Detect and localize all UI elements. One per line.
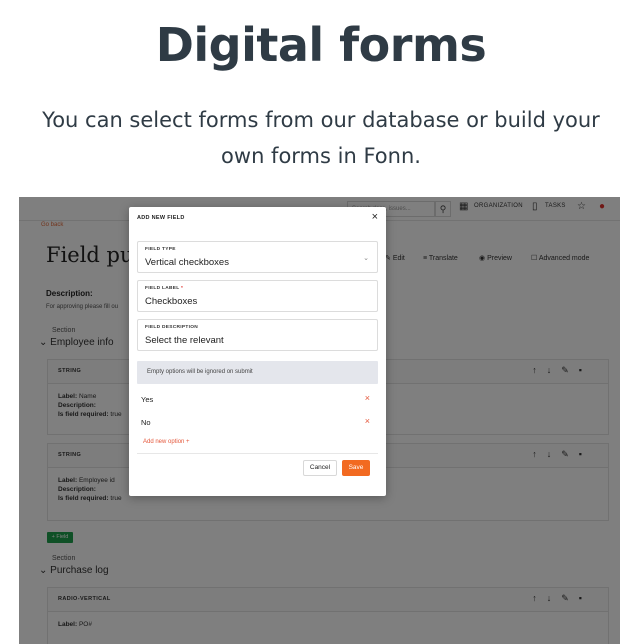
field-label-value: Checkboxes bbox=[145, 296, 198, 307]
option-text: No bbox=[141, 418, 151, 427]
field-description-value: Select the relevant bbox=[145, 335, 224, 346]
close-icon[interactable]: × bbox=[372, 211, 378, 223]
hero-subtitle-line: own forms in Fonn. bbox=[221, 144, 421, 168]
info-banner: Empty options will be ignored on submit bbox=[137, 361, 378, 384]
cancel-button[interactable]: Cancel bbox=[303, 460, 337, 476]
modal-title: ADD NEW FIELD bbox=[137, 215, 185, 221]
app-screenshot: Search docs, issues... ⚲ ▦ ORGANIZATION … bbox=[19, 197, 620, 644]
field-type-select[interactable]: FIELD TYPE Vertical checkboxes ⌄ bbox=[137, 241, 378, 273]
option-text: Yes bbox=[141, 395, 154, 404]
modal-divider bbox=[137, 453, 378, 454]
field-type-value: Vertical checkboxes bbox=[145, 257, 229, 268]
field-label-caption-text: FIELD LABEL bbox=[145, 286, 180, 291]
option-row[interactable]: Yes × bbox=[137, 389, 378, 411]
field-description-input[interactable]: FIELD DESCRIPTION Select the relevant bbox=[137, 319, 378, 351]
info-text: Empty options will be ignored on submit bbox=[147, 369, 253, 375]
field-type-caption: FIELD TYPE bbox=[145, 247, 176, 252]
add-field-modal: ADD NEW FIELD × FIELD TYPE Vertical chec… bbox=[129, 207, 386, 496]
save-button[interactable]: Save bbox=[342, 460, 370, 476]
remove-option-icon[interactable]: × bbox=[365, 416, 370, 426]
add-option-button[interactable]: Add new option + bbox=[143, 439, 190, 445]
option-row[interactable]: No × bbox=[137, 412, 378, 434]
required-mark: * bbox=[181, 286, 184, 291]
hero-subtitle-line: You can select forms from our database o… bbox=[42, 108, 600, 132]
field-label-input[interactable]: FIELD LABEL * Checkboxes bbox=[137, 280, 378, 312]
field-description-caption: FIELD DESCRIPTION bbox=[145, 325, 199, 330]
hero-title: Digital forms bbox=[155, 18, 487, 72]
remove-option-icon[interactable]: × bbox=[365, 393, 370, 403]
field-label-caption: FIELD LABEL * bbox=[145, 286, 183, 291]
hero-subtitle: You can select forms from our database o… bbox=[20, 102, 622, 174]
chevron-down-icon: ⌄ bbox=[363, 255, 369, 262]
